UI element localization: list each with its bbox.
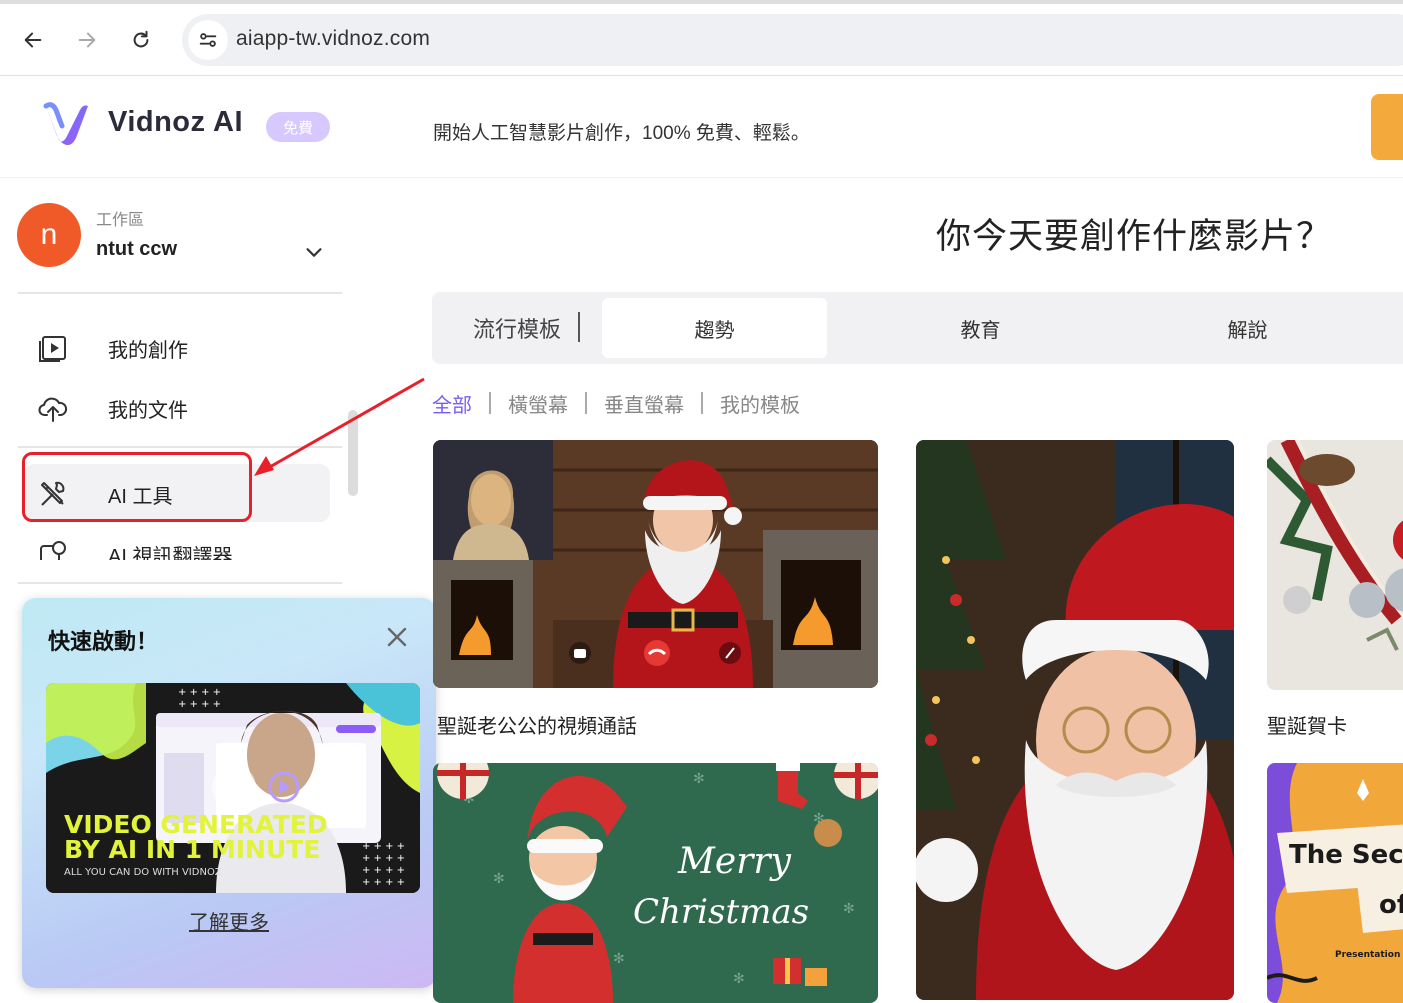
reload-button[interactable]: [123, 22, 159, 58]
filter-landscape[interactable]: 橫螢幕: [508, 389, 568, 418]
template-card-label[interactable]: 聖誕賀卡: [1267, 710, 1347, 739]
sidebar-item-my-files[interactable]: 我的文件: [24, 378, 330, 436]
card-overlay-christmas: Christmas: [633, 892, 809, 932]
svg-text:✻: ✻: [733, 971, 745, 987]
close-icon[interactable]: [384, 624, 410, 650]
card-overlay-merry: Merry: [677, 841, 792, 882]
svg-text:+ + + +: + + + +: [178, 687, 221, 698]
filter-portrait[interactable]: 垂直螢幕: [604, 389, 684, 418]
reload-icon: [133, 30, 149, 48]
video-translate-icon: [40, 541, 66, 560]
filter-all[interactable]: 全部: [432, 389, 472, 418]
url-text[interactable]: aiapp-tw.vidnoz.com: [236, 27, 430, 51]
presentation-thumbnail: The Sec of Presentation By V: [1267, 763, 1403, 1003]
merry-christmas-thumbnail: ✻✻✻✻ ✻✻✻✻ Merry Christmas: [433, 763, 878, 1003]
sidebar-divider: [18, 446, 342, 448]
back-button[interactable]: [15, 22, 51, 58]
arrow-left-icon: [24, 32, 42, 48]
category-tabbar: 流行模板 趨勢 教育 解說: [432, 292, 1403, 364]
sidebar-item-my-creations[interactable]: 我的創作: [24, 318, 330, 376]
chevron-down-icon: [306, 248, 322, 257]
svg-text:✻: ✻: [693, 771, 705, 787]
play-video-icon: [39, 336, 66, 362]
svg-text:+ + + +: + + + +: [362, 853, 405, 864]
site-info-icon[interactable]: [188, 20, 228, 60]
template-card-christmas-card[interactable]: [1267, 440, 1403, 690]
template-card-merry-christmas[interactable]: ✻✻✻✻ ✻✻✻✻ Merry Christmas: [433, 763, 878, 1003]
video-headline-2: BY AI IN 1 MINUTE: [64, 835, 320, 864]
app-header: Vidnoz AI 免費 開始人工智慧影片創作，100% 免費、輕鬆。: [0, 76, 1403, 178]
tab-separator: [578, 312, 580, 342]
svg-text:✻: ✻: [843, 901, 855, 917]
filter-separator: [701, 392, 703, 414]
free-badge: 免費: [266, 112, 330, 142]
sidebar-item-video-translator[interactable]: AI 視訊翻譯器: [24, 528, 330, 560]
card-overlay-of: of: [1379, 890, 1403, 920]
card-overlay-byline: Presentation By V: [1335, 950, 1403, 960]
annotation-highlight-box: [22, 452, 252, 522]
sidebar-item-label: AI 視訊翻譯器: [108, 546, 233, 560]
cloud-upload-icon: [38, 397, 68, 422]
svg-text:+ + + +: + + + +: [362, 841, 405, 852]
address-bar[interactable]: aiapp-tw.vidnoz.com: [182, 14, 1403, 66]
template-card-label[interactable]: 聖誕老公公的視頻通話: [437, 710, 637, 739]
quick-start-video[interactable]: VIDEO GENERATED BY AI IN 1 MINUTE ALL YO…: [46, 683, 420, 893]
christmas-card-thumbnail: [1267, 440, 1403, 690]
svg-text:✻: ✻: [613, 951, 625, 967]
workspace-dropdown[interactable]: [300, 238, 328, 266]
tab-trending[interactable]: 趨勢: [602, 298, 827, 358]
quick-start-panel: 快速啟動！ VIDEO GENERATED BY AI IN 1 MINUTE …: [22, 598, 436, 988]
sidebar-item-label: 我的文件: [108, 400, 188, 422]
tab-explainer[interactable]: 解說: [1135, 298, 1360, 358]
learn-more-link[interactable]: 了解更多: [22, 906, 436, 935]
browser-tabstrip-edge: [0, 0, 1403, 4]
filter-separator: [585, 392, 587, 414]
svg-text:+ + + +: + + + +: [362, 877, 405, 888]
template-card-santa-video-call[interactable]: [433, 440, 878, 688]
avatar[interactable]: n: [17, 203, 81, 267]
video-thumbnail-graphic: VIDEO GENERATED BY AI IN 1 MINUTE ALL YO…: [46, 683, 420, 893]
filter-my-templates[interactable]: 我的模板: [720, 389, 800, 418]
workspace-label: 工作區: [96, 212, 145, 229]
sidebar-scrollbar[interactable]: [348, 410, 358, 496]
vidnoz-logo-icon[interactable]: [42, 98, 92, 148]
browser-toolbar: aiapp-tw.vidnoz.com: [0, 0, 1403, 76]
sidebar-divider: [18, 292, 342, 294]
tab-popular-templates[interactable]: 流行模板: [462, 298, 572, 358]
template-card-presentation[interactable]: The Sec of Presentation By V: [1267, 763, 1403, 1003]
svg-text:+ + + +: + + + +: [178, 699, 221, 710]
header-tagline: 開始人工智慧影片創作，100% 免費、輕鬆。: [433, 123, 810, 144]
header-cta-button[interactable]: [1371, 94, 1403, 160]
logo-text[interactable]: Vidnoz AI: [108, 106, 243, 139]
filter-separator: [489, 392, 491, 414]
template-card-santa-portrait[interactable]: [916, 440, 1234, 1000]
video-sub: ALL YOU CAN DO WITH VIDNOZ: [64, 867, 222, 878]
page-title: 你今天要創作什麼影片？: [936, 217, 1333, 256]
quick-start-title: 快速啟動！: [48, 629, 159, 654]
sidebar-divider: [18, 582, 342, 584]
santa-video-call-thumbnail: [433, 440, 878, 688]
workspace-name[interactable]: ntut ccw: [96, 238, 177, 261]
sidebar-item-label: 我的創作: [108, 340, 188, 362]
template-filters: 全部 橫螢幕 垂直螢幕 我的模板: [432, 388, 800, 418]
tab-education[interactable]: 教育: [868, 298, 1093, 358]
forward-button[interactable]: [69, 22, 105, 58]
svg-text:+ + + +: + + + +: [362, 865, 405, 876]
svg-text:✻: ✻: [493, 871, 505, 887]
santa-portrait-thumbnail: [916, 440, 1234, 1000]
arrow-right-icon: [78, 32, 96, 48]
card-overlay-title: The Sec: [1289, 840, 1403, 870]
